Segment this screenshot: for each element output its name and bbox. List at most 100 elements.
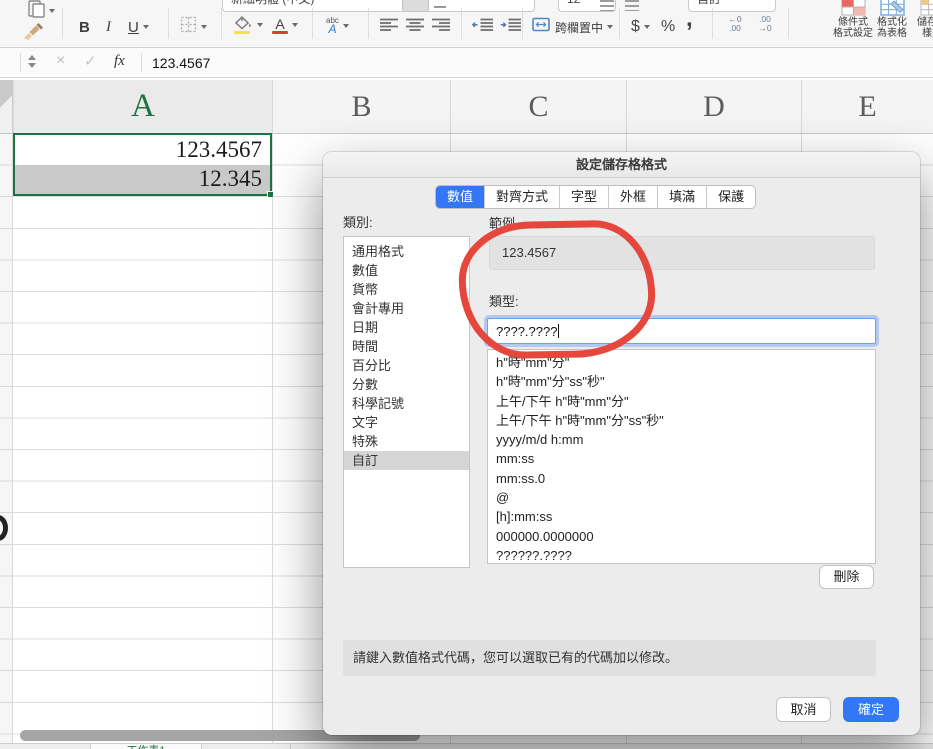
cell-a2[interactable]: 12.345 [15,165,270,195]
chevron-down-icon [49,9,55,13]
conditional-formatting-button[interactable]: 條件式 格式設定 [832,0,874,48]
font-color-button[interactable]: A [272,12,298,38]
formula-divider [141,53,142,72]
category-item[interactable]: 時間 [344,337,469,356]
format-code-item[interactable]: 000000.0000000 [488,527,875,546]
format-code-item[interactable]: 上午/下午 h"時"mm"分" [488,392,875,411]
cancel-button[interactable]: 取消 [776,697,831,722]
tab-boundary [290,744,291,749]
borders-icon [180,16,197,38]
category-item[interactable]: 分數 [344,375,469,394]
format-as-table-icon [872,0,912,17]
format-painter-button[interactable] [22,21,43,47]
format-code-item[interactable]: yyyy/m/d h:mm [488,430,875,449]
chevron-down-icon [257,23,263,27]
category-item[interactable]: 貨幣 [344,280,469,299]
column-header[interactable]: E [801,80,933,133]
cell-a1[interactable]: 123.4567 [15,135,270,165]
toolbar-separator [712,8,713,39]
format-code-listbox: h"時"mm"分"h"時"mm"分"ss"秒"上午/下午 h"時"mm"分"上午… [487,349,876,564]
underline-button[interactable]: U [128,14,149,40]
increase-indent-button[interactable] [500,14,521,40]
category-item[interactable]: 通用格式 [344,242,469,261]
toolbar-separator [62,8,63,39]
category-item[interactable]: 文字 [344,413,469,432]
align-left-button[interactable] [380,14,398,40]
number-format-dropdown[interactable]: 自訂 [688,0,776,12]
dialog-tab[interactable]: 數值 [436,186,485,208]
category-item[interactable]: 日期 [344,318,469,337]
dialog-tab[interactable]: 字型 [560,186,609,208]
format-code-item[interactable]: h"時"mm"分"ss"秒" [488,372,875,391]
sheet-tab[interactable]: 工作表1 [90,744,202,749]
category-item[interactable]: 會計專用 [344,299,469,318]
format-code-item[interactable]: mm:ss.0 [488,469,875,488]
sample-box: 123.4567 [489,236,875,270]
comma-label: , [686,5,693,33]
format-as-table-label: 為表格 [872,28,912,39]
column-header[interactable]: A [13,80,272,133]
formula-input[interactable]: 123.4567 [152,55,210,71]
select-all-corner[interactable] [0,80,13,133]
cancel-entry-button[interactable]: × [56,52,65,70]
borders-button[interactable] [180,14,207,40]
row-headers[interactable] [0,134,13,743]
phonetic-guide-button[interactable]: abc A [326,13,349,39]
percent-format-button[interactable]: % [661,14,675,40]
column-headers: ABCDE [0,80,933,134]
italic-button[interactable]: I [106,14,111,40]
cell-styles-button[interactable]: 儲存格 樣式 [912,0,933,48]
stepper-up-icon [28,55,36,60]
decrease-decimal-button[interactable]: .00 →0 [752,15,778,33]
column-header[interactable]: B [272,80,450,133]
toolbar-separator [522,8,523,39]
delete-button[interactable]: 刪除 [819,565,874,589]
format-code-item[interactable]: mm:ss [488,449,875,468]
fill-color-button[interactable] [234,12,263,38]
dialog-tab[interactable]: 對齊方式 [485,186,560,208]
format-code-item[interactable]: h"時"mm"分" [488,353,875,372]
currency-format-button[interactable]: $ [631,14,650,40]
column-header[interactable]: D [626,80,801,133]
align-right-icon [432,18,450,37]
format-as-table-button[interactable]: 格式化 為表格 [872,0,912,48]
align-right-button[interactable] [432,14,450,40]
insert-function-button[interactable]: fx [114,53,125,70]
font-name-combobox[interactable]: 新細明體 (中文) [222,0,535,12]
conditional-formatting-label: 條件式 [832,17,874,28]
comma-format-button[interactable]: , [686,6,693,32]
format-code-item[interactable]: @ [488,488,875,507]
dialog-tab[interactable]: 保護 [707,186,755,208]
bold-button[interactable]: B [79,14,90,40]
category-label: 類別: [343,212,373,231]
cut-top-button[interactable] [402,0,429,12]
phonetic-a-label: A [326,24,339,35]
format-code-item[interactable]: 上午/下午 h"時"mm"分"ss"秒" [488,411,875,430]
category-item[interactable]: 特殊 [344,432,469,451]
dialog-tab[interactable]: 填滿 [658,186,707,208]
format-code-item[interactable]: [h]:mm:ss [488,507,875,526]
increase-decimal-button[interactable]: ←0 .00 [722,15,748,33]
category-item[interactable]: 數值 [344,261,469,280]
type-input-value: ????.???? [496,324,557,339]
toolbar-separator [788,8,789,39]
ok-button[interactable]: 確定 [843,697,899,722]
cell-selection: 123.4567 12.345 [13,133,272,196]
type-input[interactable]: ????.???? [487,318,876,344]
increase-indent-icon [500,18,521,37]
decrease-indent-button[interactable] [472,14,493,40]
category-item[interactable]: 百分比 [344,356,469,375]
confirm-entry-button[interactable]: ✓ [84,52,97,70]
dialog-tab[interactable]: 外框 [609,186,658,208]
column-header[interactable]: C [450,80,626,133]
paste-button[interactable] [28,1,55,21]
category-item[interactable]: 科學記號 [344,394,469,413]
cell-styles-label: 樣式 [912,28,933,39]
chevron-down-icon [292,23,298,27]
name-box-stepper[interactable] [28,55,36,68]
merge-center-button[interactable]: 跨欄置中 [532,14,613,40]
fill-handle[interactable] [267,191,274,198]
format-code-item[interactable]: ??????.???? [488,546,875,564]
align-center-button[interactable] [406,14,424,40]
category-item[interactable]: 自訂 [344,451,469,470]
